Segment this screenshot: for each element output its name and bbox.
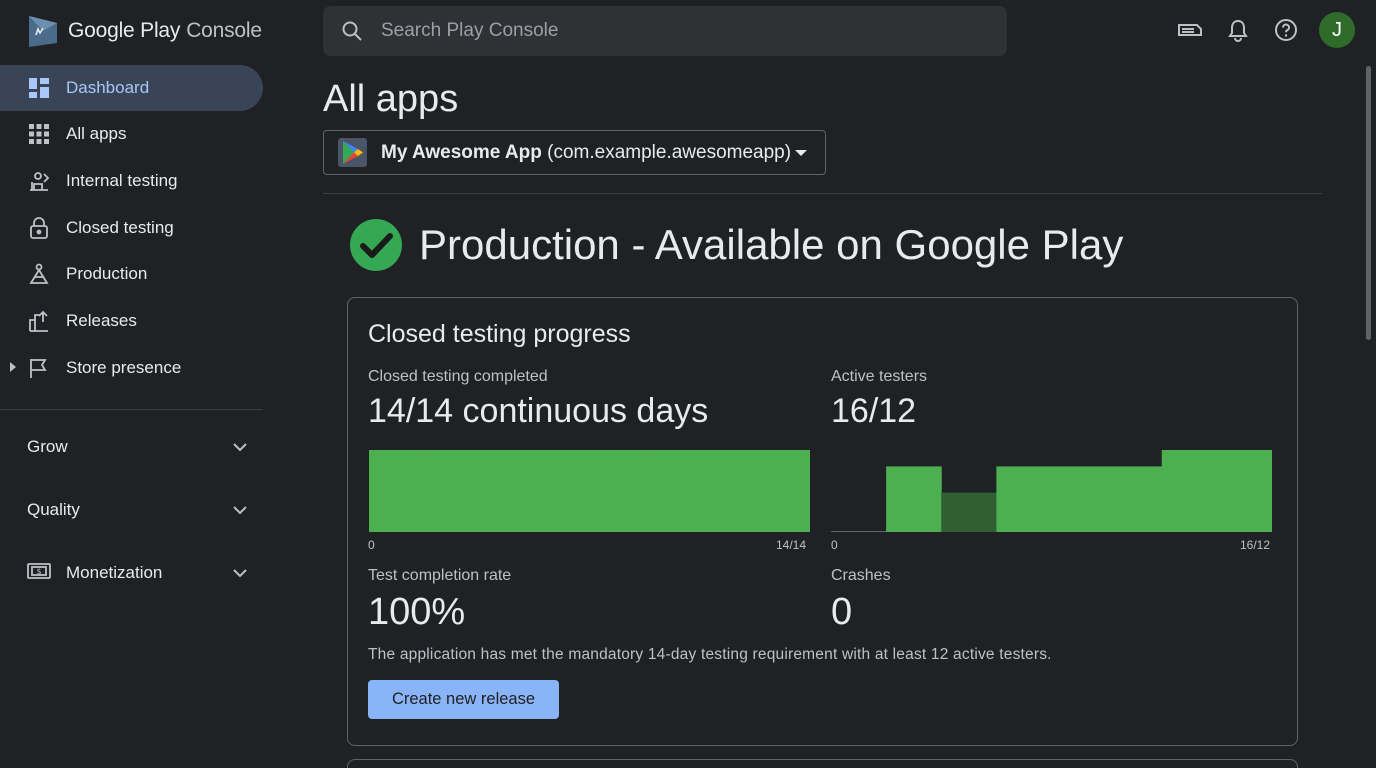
- crashes-value: 0: [831, 591, 853, 633]
- search-icon: [342, 21, 362, 41]
- days-chart: [369, 450, 810, 532]
- sidebar-item-dashboard[interactable]: Dashboard: [0, 65, 263, 111]
- sidebar-divider: [0, 409, 263, 410]
- sidebar-item-internal-testing[interactable]: Internal testing: [0, 158, 263, 204]
- bell-icon[interactable]: [1224, 16, 1252, 44]
- section-divider: [323, 193, 1322, 194]
- sidebar-item-label: All apps: [66, 124, 127, 143]
- brand-text: Google Play Console: [68, 19, 262, 42]
- testers-chart-bar: [941, 492, 997, 532]
- sidebar-section-quality[interactable]: Quality: [0, 490, 263, 530]
- days-chart-bar: [589, 450, 646, 532]
- testers-axis-start: 0: [831, 538, 838, 552]
- crashes-label: Crashes: [831, 567, 891, 584]
- chevron-down-icon: [233, 506, 247, 515]
- search-input[interactable]: [381, 20, 981, 42]
- avatar[interactable]: J: [1319, 12, 1355, 48]
- app-selector[interactable]: My Awesome App (com.example.awesomeapp): [323, 130, 826, 175]
- expand-caret-icon[interactable]: [10, 362, 16, 372]
- testers-chart-bar: [1161, 450, 1218, 532]
- days-value: 14/14 continuous days: [368, 392, 709, 430]
- sidebar-section-monetization[interactable]: $ Monetization: [0, 553, 263, 593]
- sidebar-item-label: Dashboard: [66, 78, 150, 97]
- days-chart-bar: [424, 450, 480, 532]
- sidebar-section-grow[interactable]: Grow: [0, 427, 263, 467]
- sidebar-item-label: Closed testing: [66, 218, 174, 237]
- internal-testing-icon: [28, 170, 50, 192]
- testers-label: Active testers: [831, 368, 928, 385]
- days-chart-bar: [644, 450, 701, 532]
- section-label: Quality: [27, 500, 80, 519]
- help-icon[interactable]: [1272, 16, 1300, 44]
- releases-icon: [28, 310, 50, 332]
- section-label: Monetization: [66, 563, 163, 582]
- page-title: All apps: [323, 78, 459, 120]
- days-axis-start: 0: [368, 538, 375, 552]
- app-logo-icon: [338, 138, 367, 167]
- days-axis-end: 14/14: [776, 538, 807, 552]
- app-name: My Awesome App (com.example.awesomeapp): [381, 141, 792, 163]
- rate-value: 100%: [368, 591, 466, 633]
- scrollbar[interactable]: [1366, 66, 1371, 340]
- testers-axis-end: 16/12: [1240, 538, 1271, 552]
- dropdown-arrow-icon: [795, 150, 807, 156]
- production-status: Production - Available on Google Play: [419, 221, 1124, 268]
- next-card: [347, 759, 1298, 768]
- create-release-button[interactable]: Create new release: [368, 680, 559, 719]
- search-bar[interactable]: [323, 6, 1007, 56]
- testers-value: 16/12: [831, 392, 917, 430]
- testers-chart-bar: [996, 466, 1052, 532]
- chevron-down-icon: [233, 569, 247, 578]
- days-chart-bar: [534, 450, 590, 532]
- sidebar-item-releases[interactable]: Releases: [0, 298, 263, 344]
- sidebar-item-all-apps[interactable]: All apps: [0, 111, 263, 157]
- play-console-logo-icon: [29, 16, 57, 47]
- lock-icon: [28, 217, 50, 239]
- sidebar-item-label: Internal testing: [66, 171, 178, 190]
- closed-testing-card: Closed testing progress Closed testing c…: [347, 297, 1298, 746]
- sidebar-item-production[interactable]: Production: [0, 251, 263, 297]
- days-label: Closed testing completed: [368, 368, 548, 385]
- production-icon: [28, 263, 50, 285]
- inbox-icon[interactable]: [1176, 16, 1204, 44]
- requirement-note: The application has met the mandatory 14…: [368, 646, 1052, 663]
- testers-chart-bar: [1051, 466, 1108, 532]
- section-label: Grow: [27, 437, 68, 456]
- sidebar-item-store-presence[interactable]: Store presence: [0, 345, 263, 391]
- sidebar-item-closed-testing[interactable]: Closed testing: [0, 205, 263, 251]
- days-chart-bar: [699, 450, 756, 532]
- flag-icon: [28, 357, 50, 379]
- rate-label: Test completion rate: [368, 567, 512, 584]
- chevron-down-icon: [233, 443, 247, 452]
- testers-chart: [831, 450, 1272, 532]
- testers-chart-bar: [1216, 450, 1272, 532]
- sidebar-item-label: Releases: [66, 311, 137, 330]
- grid-icon: [28, 123, 50, 145]
- card-title: Closed testing progress: [368, 320, 631, 348]
- days-chart-bar: [479, 450, 535, 532]
- days-chart-bar: [754, 450, 810, 532]
- testers-chart-bar: [886, 466, 942, 532]
- money-icon: $: [27, 561, 51, 586]
- dashboard-icon: [28, 77, 50, 99]
- days-chart-bar: [369, 450, 425, 532]
- sidebar-item-label: Store presence: [66, 358, 182, 377]
- svg-text:$: $: [36, 567, 41, 576]
- testers-chart-bar: [1106, 466, 1163, 532]
- check-circle-icon: [350, 219, 402, 271]
- sidebar-item-label: Production: [66, 264, 148, 283]
- play-console-logo[interactable]: Google Play Console: [26, 12, 262, 50]
